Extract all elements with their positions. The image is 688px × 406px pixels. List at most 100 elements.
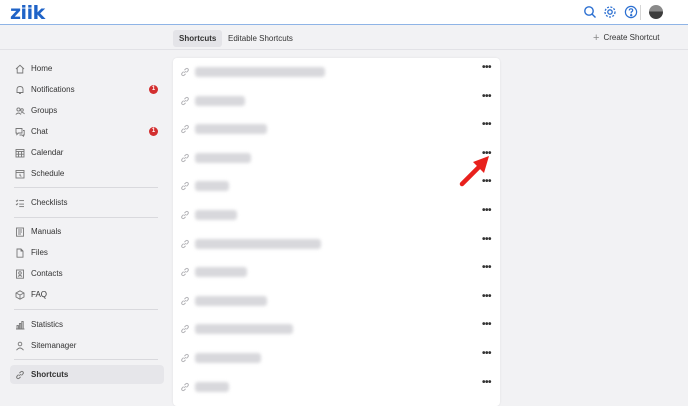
shortcut-title-redacted[interactable] bbox=[195, 267, 247, 278]
avatar[interactable] bbox=[649, 5, 663, 19]
sidebar-item-sitemanager[interactable]: Sitemanager bbox=[10, 336, 164, 355]
shortcut-title-redacted[interactable] bbox=[195, 324, 293, 335]
link-icon bbox=[180, 210, 190, 220]
home-icon bbox=[15, 64, 25, 74]
sidebar-item-statistics[interactable]: Statistics bbox=[10, 315, 164, 334]
shortcut-row[interactable]: ••• bbox=[173, 315, 500, 343]
shortcut-row[interactable]: ••• bbox=[173, 201, 500, 229]
more-options-button[interactable]: ••• bbox=[482, 262, 492, 273]
more-options-button[interactable]: ••• bbox=[482, 377, 492, 388]
red-arrow-annotation bbox=[459, 156, 489, 187]
link-icon bbox=[180, 96, 190, 106]
sidebar-item-calendar[interactable]: Calendar bbox=[10, 143, 164, 162]
shortcut-title-redacted[interactable] bbox=[195, 181, 229, 192]
contacts-icon bbox=[15, 269, 25, 279]
shortcut-title-redacted[interactable] bbox=[195, 152, 251, 163]
sidebar-item-groups[interactable]: Groups bbox=[10, 101, 164, 120]
link-icon bbox=[180, 124, 190, 134]
sidebar-item-label: Chat bbox=[31, 127, 48, 136]
search-icon[interactable] bbox=[583, 5, 597, 19]
gear-icon[interactable] bbox=[603, 5, 617, 19]
link-icon bbox=[180, 353, 190, 363]
more-options-button[interactable]: ••• bbox=[482, 348, 492, 359]
statistics-icon bbox=[15, 320, 25, 330]
shortcut-row[interactable]: ••• bbox=[173, 172, 500, 200]
tab-editable-shortcuts[interactable]: Editable Shortcuts bbox=[222, 30, 299, 47]
shortcut-row[interactable]: ••• bbox=[173, 344, 500, 372]
plus-icon: + bbox=[593, 31, 600, 44]
more-options-button[interactable]: ••• bbox=[482, 62, 492, 73]
files-icon bbox=[15, 248, 25, 258]
link-icon bbox=[180, 382, 190, 392]
shortcut-title-redacted[interactable] bbox=[195, 381, 229, 392]
sidebar-item-checklists[interactable]: Checklists bbox=[10, 193, 164, 212]
sidebar: Home Notifications 1 Groups Chat 1 Calen… bbox=[0, 51, 172, 406]
sidebar-item-label: Calendar bbox=[31, 148, 64, 157]
tabs-bar: Shortcuts Editable Shortcuts + Create Sh… bbox=[0, 26, 688, 50]
chat-badge: 1 bbox=[149, 127, 158, 136]
shortcut-title-redacted[interactable] bbox=[195, 238, 321, 249]
sidebar-item-label: Home bbox=[31, 64, 53, 73]
manual-icon bbox=[15, 227, 25, 237]
shortcut-row[interactable]: ••• bbox=[173, 87, 500, 115]
topbar-divider bbox=[640, 5, 641, 20]
link-icon bbox=[180, 67, 190, 77]
chat-icon bbox=[15, 127, 25, 137]
calendar-icon bbox=[15, 148, 25, 158]
schedule-icon bbox=[15, 169, 25, 179]
shortcut-title-redacted[interactable] bbox=[195, 210, 237, 220]
sidebar-item-label: Manuals bbox=[31, 227, 62, 236]
sidebar-item-faq[interactable]: FAQ bbox=[10, 285, 164, 304]
sidebar-item-label: Checklists bbox=[31, 198, 68, 207]
sidebar-item-home[interactable]: Home bbox=[10, 59, 164, 78]
more-options-button[interactable]: ••• bbox=[482, 234, 492, 245]
shortcut-title-redacted[interactable] bbox=[195, 295, 267, 306]
shortcut-row[interactable]: ••• bbox=[173, 115, 500, 143]
sidebar-item-schedule[interactable]: Schedule bbox=[10, 164, 164, 183]
link-icon bbox=[180, 181, 190, 191]
shortcut-row[interactable]: ••• bbox=[173, 258, 500, 286]
shortcut-row[interactable]: ••• bbox=[173, 287, 500, 315]
link-icon bbox=[180, 296, 190, 306]
sidebar-item-label: Groups bbox=[31, 106, 58, 115]
tab-shortcuts[interactable]: Shortcuts bbox=[173, 30, 223, 47]
sitemanager-icon bbox=[15, 341, 25, 351]
sidebar-item-files[interactable]: Files bbox=[10, 243, 164, 262]
sidebar-item-notifications[interactable]: Notifications 1 bbox=[10, 80, 164, 99]
link-icon bbox=[180, 153, 190, 163]
link-icon bbox=[15, 370, 25, 380]
sidebar-item-contacts[interactable]: Contacts bbox=[10, 264, 164, 283]
shortcut-title-redacted[interactable] bbox=[195, 67, 325, 77]
more-options-button[interactable]: ••• bbox=[482, 119, 492, 130]
sidebar-item-label: FAQ bbox=[31, 290, 48, 299]
shortcut-row[interactable]: ••• bbox=[173, 144, 500, 172]
shortcuts-list: ••• ••• ••• ••• ••• ••• ••• ••• ••• ••• ••• ••• bbox=[173, 58, 500, 406]
shortcut-title-redacted[interactable] bbox=[195, 95, 245, 106]
shortcut-row[interactable]: ••• bbox=[173, 58, 500, 86]
shortcut-row[interactable]: ••• bbox=[173, 373, 500, 401]
sidebar-item-manuals[interactable]: Manuals bbox=[10, 222, 164, 241]
sidebar-item-chat[interactable]: Chat 1 bbox=[10, 122, 164, 141]
app-logo[interactable]: ziik bbox=[10, 2, 45, 24]
sidebar-item-label: Statistics bbox=[31, 320, 64, 329]
more-options-button[interactable]: ••• bbox=[482, 291, 492, 302]
sidebar-item-shortcuts[interactable]: Shortcuts bbox=[10, 365, 164, 384]
help-icon[interactable] bbox=[624, 5, 638, 19]
groups-icon bbox=[15, 106, 25, 116]
top-bar: ziik bbox=[0, 0, 688, 25]
notification-badge: 1 bbox=[149, 85, 158, 94]
create-shortcut-button[interactable]: + Create Shortcut bbox=[593, 31, 660, 44]
link-icon bbox=[180, 324, 190, 334]
sidebar-item-label: Shortcuts bbox=[31, 370, 69, 379]
shortcut-title-redacted[interactable] bbox=[195, 353, 261, 363]
sidebar-divider bbox=[14, 217, 158, 218]
sidebar-item-label: Sitemanager bbox=[31, 341, 77, 350]
sidebar-item-label: Contacts bbox=[31, 269, 63, 278]
more-options-button[interactable]: ••• bbox=[482, 91, 492, 102]
faq-icon bbox=[15, 289, 25, 300]
create-shortcut-label: Create Shortcut bbox=[603, 33, 660, 42]
more-options-button[interactable]: ••• bbox=[482, 319, 492, 330]
more-options-button[interactable]: ••• bbox=[482, 205, 492, 216]
shortcut-row[interactable]: ••• bbox=[173, 230, 500, 258]
shortcut-title-redacted[interactable] bbox=[195, 124, 267, 135]
